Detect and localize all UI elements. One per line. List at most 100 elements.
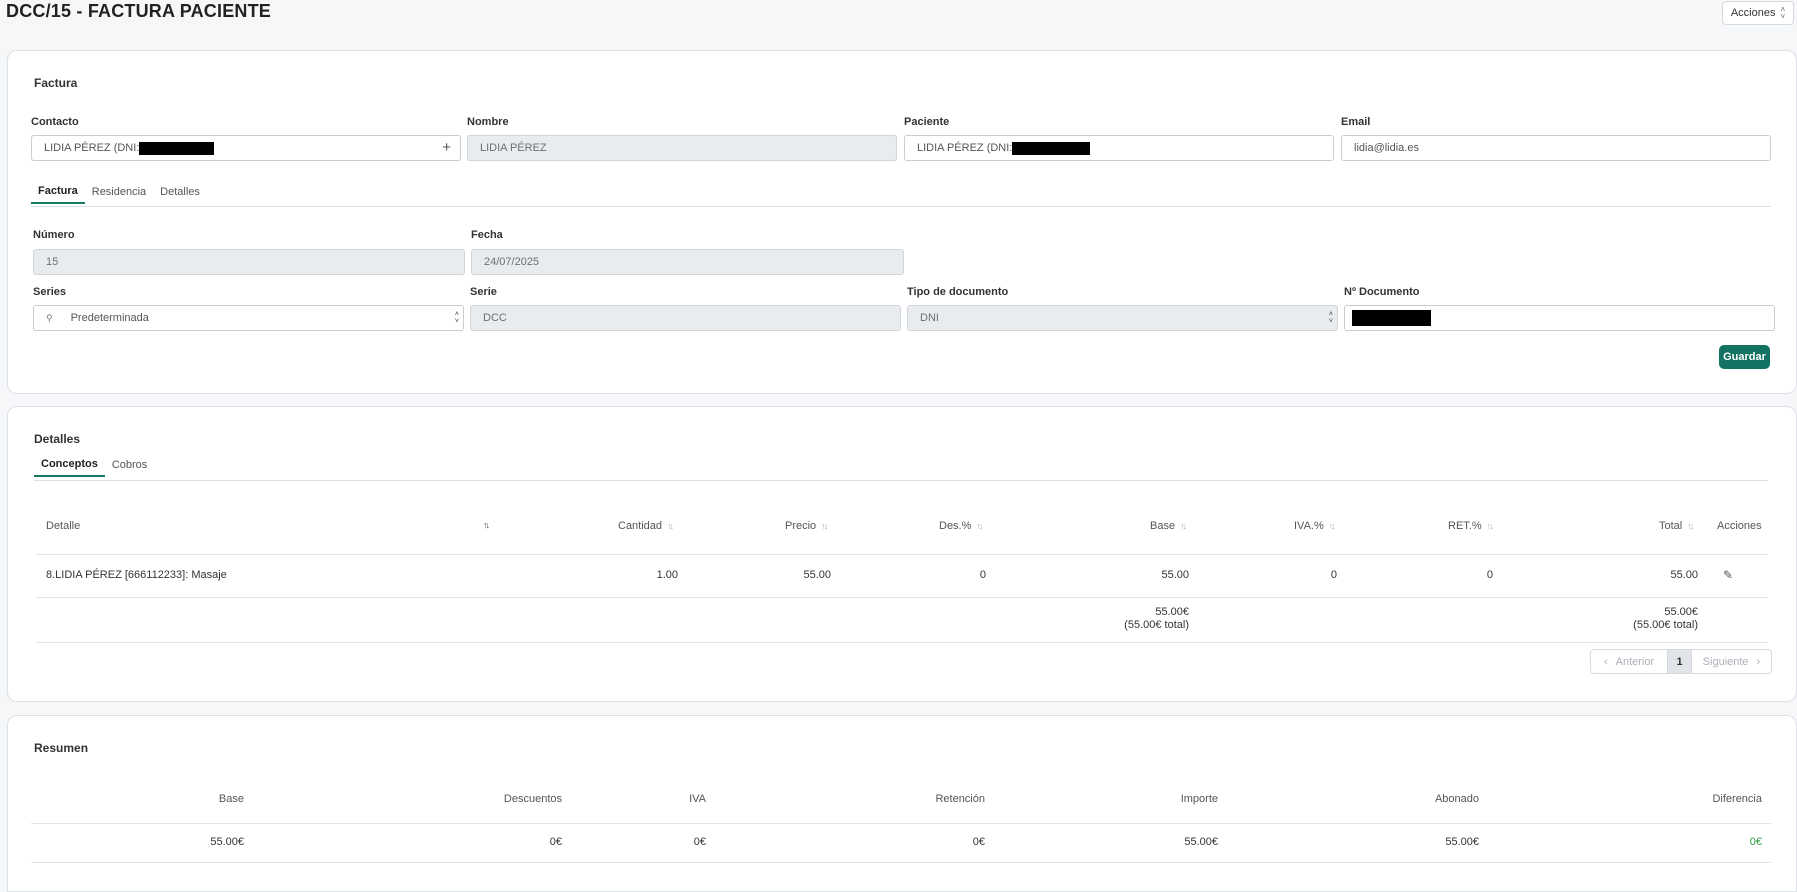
numero-field: 15 bbox=[33, 249, 465, 275]
resumen-label-descuentos: Descuentos bbox=[503, 793, 562, 805]
email-field[interactable]: lidia@lidia.es bbox=[1341, 135, 1771, 161]
tab-residencia[interactable]: Residencia bbox=[85, 180, 153, 204]
contacto-field[interactable]: LIDIA PÉREZ (DNI: + bbox=[31, 135, 461, 161]
column-header-des[interactable]: Des.% ↑↓ bbox=[939, 520, 983, 532]
guardar-button[interactable]: Guardar bbox=[1719, 345, 1770, 369]
resumen-value-importe: 55.00€ bbox=[1184, 836, 1218, 848]
resumen-label-iva: IVA bbox=[689, 793, 706, 805]
resumen-value-retencion: 0€ bbox=[972, 836, 985, 848]
tipo-documento-label: Tipo de documento bbox=[907, 286, 1009, 298]
table-divider bbox=[31, 823, 1771, 824]
cell-iva: 0 bbox=[1330, 569, 1337, 581]
resumen-label-base: Base bbox=[218, 793, 244, 805]
tab-detalles[interactable]: Detalles bbox=[153, 180, 207, 204]
total-total-amount: 55.00€ bbox=[1664, 606, 1698, 618]
pagination-prev-button[interactable]: ‹ Anterior bbox=[1591, 650, 1669, 673]
edit-icon[interactable]: ✎ bbox=[1723, 568, 1733, 582]
pagination: ‹ Anterior 1 Siguiente › bbox=[1590, 649, 1772, 674]
column-header-total[interactable]: Total ↑↓ bbox=[1659, 520, 1694, 532]
detalles-section-title: Detalles bbox=[34, 432, 81, 446]
sort-asc-icon[interactable]: ↑↓ bbox=[483, 520, 490, 530]
sort-icon: ↑↓ bbox=[976, 521, 983, 531]
pagination-next-button[interactable]: Siguiente › bbox=[1692, 650, 1771, 673]
factura-tabs: Factura Residencia Detalles bbox=[31, 180, 207, 204]
resumen-label-abonado: Abonado bbox=[1434, 793, 1479, 805]
cell-total: 55.00 bbox=[1670, 569, 1698, 581]
table-divider bbox=[36, 597, 1768, 598]
column-header-precio[interactable]: Precio ↑↓ bbox=[785, 520, 828, 532]
chevron-right-icon: › bbox=[1756, 655, 1761, 668]
redaction-block bbox=[1352, 310, 1431, 326]
resumen-label-importe: Importe bbox=[1180, 793, 1218, 805]
nombre-label: Nombre bbox=[467, 116, 509, 128]
total-base-subtotal: (55.00€ total) bbox=[1124, 619, 1189, 631]
resumen-value-abonado: 55.00€ bbox=[1445, 836, 1479, 848]
factura-section-title: Factura bbox=[34, 76, 78, 90]
paciente-field[interactable]: LIDIA PÉREZ (DNI: bbox=[904, 135, 1334, 161]
cell-cantidad: 1.00 bbox=[656, 569, 678, 581]
tab-divider bbox=[31, 206, 1771, 207]
redaction-block bbox=[139, 141, 215, 155]
column-header-detalle[interactable]: Detalle bbox=[46, 520, 80, 532]
resumen-section-title: Resumen bbox=[34, 741, 89, 755]
pagination-prev-label: Anterior bbox=[1615, 655, 1655, 668]
resumen-value-descuentos: 0€ bbox=[549, 836, 562, 848]
detalles-tabs: Conceptos Cobros bbox=[34, 453, 154, 477]
sort-icon: ↑↓ bbox=[667, 521, 674, 531]
resumen-value-diferencia: 0€ bbox=[1749, 836, 1762, 848]
column-header-cantidad[interactable]: Cantidad ↑↓ bbox=[618, 520, 674, 532]
table-divider bbox=[36, 554, 1768, 555]
sort-icon: ↑↓ bbox=[1328, 521, 1336, 531]
tab-conceptos[interactable]: Conceptos bbox=[34, 453, 105, 477]
factura-card bbox=[7, 50, 1797, 394]
tab-divider bbox=[34, 480, 1768, 481]
chevron-left-icon: ‹ bbox=[1603, 655, 1608, 668]
cell-precio: 55.00 bbox=[803, 569, 831, 581]
paciente-label: Paciente bbox=[904, 116, 950, 128]
acciones-label: Acciones bbox=[1730, 7, 1776, 19]
serie-label: Serie bbox=[470, 286, 497, 298]
cell-detalle: 8.LIDIA PÉREZ [666112233]: Masaje bbox=[46, 569, 227, 581]
tipo-documento-value: DNI bbox=[920, 312, 939, 324]
fecha-label: Fecha bbox=[471, 229, 503, 241]
cell-base: 55.00 bbox=[1161, 569, 1189, 581]
email-label: Email bbox=[1341, 116, 1371, 128]
cell-ret: 0 bbox=[1486, 569, 1493, 581]
updown-chevron-icon: ˄ ˅ bbox=[1328, 311, 1333, 325]
sort-icon: ↑↓ bbox=[821, 521, 828, 531]
series-label: Series bbox=[33, 286, 67, 298]
sort-icon: ↑↓ bbox=[1486, 521, 1494, 531]
table-divider bbox=[36, 642, 1768, 643]
redaction-block bbox=[1012, 141, 1091, 155]
num-documento-label: Nº Documento bbox=[1344, 286, 1420, 298]
cell-des: 0 bbox=[979, 569, 986, 581]
resumen-label-retencion: Retención bbox=[935, 793, 985, 805]
sort-icon: ↑↓ bbox=[1687, 521, 1694, 531]
column-header-ret[interactable]: RET.% ↑↓ bbox=[1448, 520, 1494, 532]
contacto-value: LIDIA PÉREZ (DNI: bbox=[44, 142, 140, 154]
tab-factura[interactable]: Factura bbox=[31, 180, 85, 204]
resumen-value-iva: 0€ bbox=[693, 836, 706, 848]
tipo-documento-select[interactable]: DNI ˄ ˅ bbox=[907, 305, 1338, 331]
num-documento-field[interactable] bbox=[1344, 305, 1775, 331]
fecha-field: 24/07/2025 bbox=[471, 249, 904, 275]
acciones-dropdown[interactable]: Acciones ˄ ˅ bbox=[1722, 1, 1794, 25]
paciente-value: LIDIA PÉREZ (DNI: bbox=[917, 142, 1013, 154]
pagination-page-1[interactable]: 1 bbox=[1668, 650, 1692, 673]
series-select[interactable]: ⚲ Predeterminada ˄ ˅ bbox=[33, 305, 464, 331]
updown-chevron-icon: ˄ ˅ bbox=[1780, 5, 1786, 21]
sort-icon: ↑↓ bbox=[1180, 521, 1187, 531]
search-icon: ⚲ bbox=[46, 312, 53, 323]
column-header-base[interactable]: Base ↑↓ bbox=[1150, 520, 1187, 532]
series-value: Predeterminada bbox=[70, 312, 149, 324]
resumen-label-diferencia: Diferencia bbox=[1712, 793, 1762, 805]
tab-cobros[interactable]: Cobros bbox=[105, 453, 154, 477]
resumen-value-base: 55.00€ bbox=[210, 836, 244, 848]
table-divider bbox=[31, 862, 1771, 863]
contacto-label: Contacto bbox=[31, 116, 79, 128]
serie-field: DCC bbox=[470, 305, 901, 331]
total-base-amount: 55.00€ bbox=[1155, 606, 1189, 618]
column-header-iva[interactable]: IVA.% ↑↓ bbox=[1294, 520, 1336, 532]
add-icon[interactable]: + bbox=[442, 139, 451, 156]
nombre-field: LIDIA PÉREZ bbox=[467, 135, 897, 161]
